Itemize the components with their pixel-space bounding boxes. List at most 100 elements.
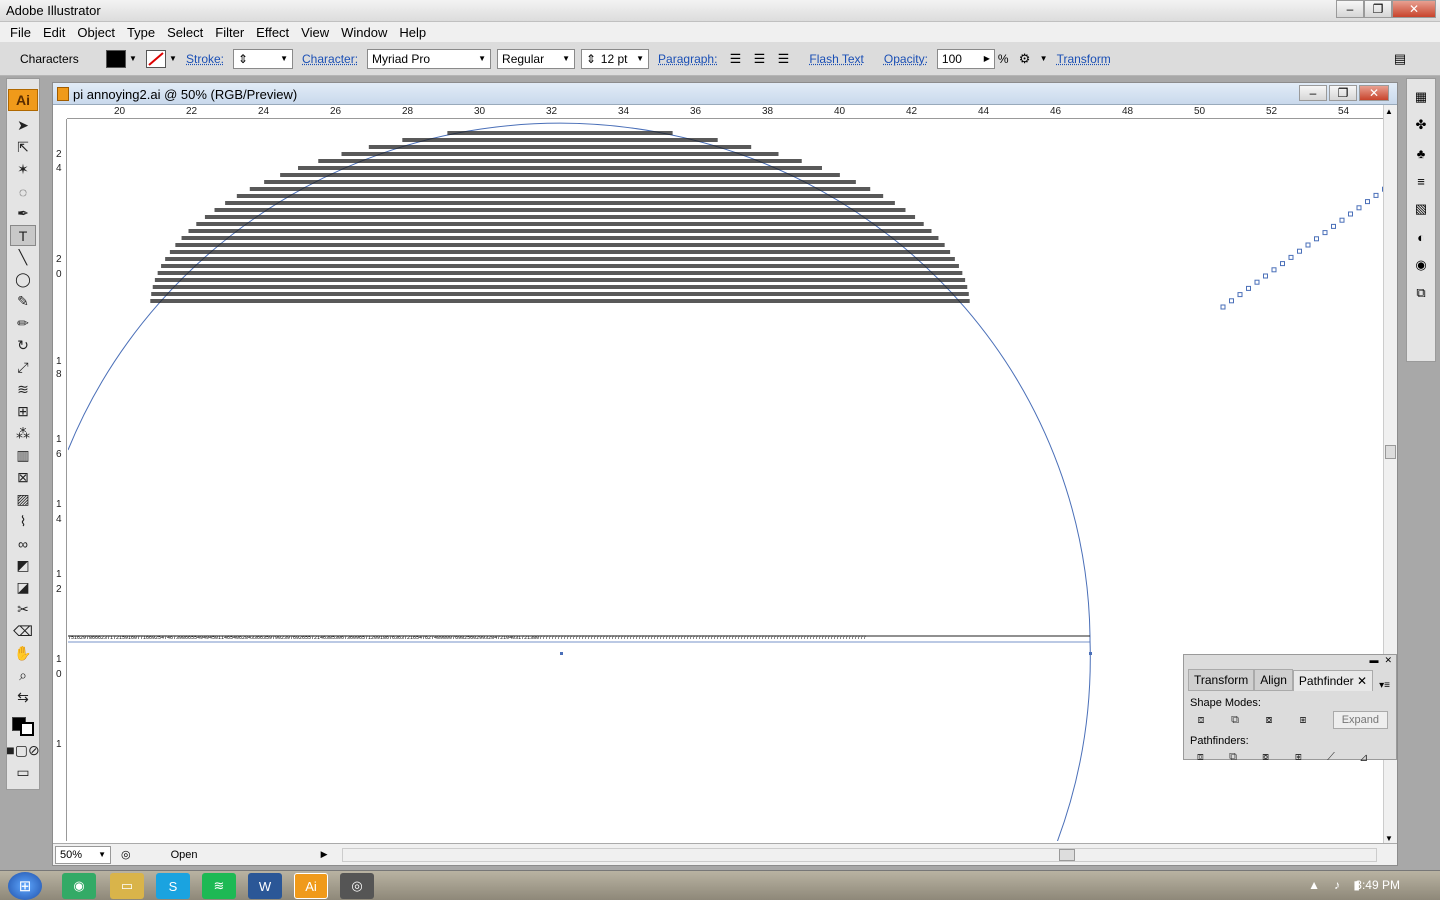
color-modes-icon[interactable]: ■▢⊘ <box>6 740 39 761</box>
chrome-taskbar-icon[interactable]: ◉ <box>62 873 96 899</box>
stroke-label[interactable]: Stroke: <box>186 52 224 66</box>
menu-window[interactable]: Window <box>335 25 393 40</box>
horizontal-scroll-thumb[interactable] <box>1058 848 1075 861</box>
doc-minimize-button[interactable]: – <box>1299 85 1327 101</box>
outline-icon[interactable]: ⟋ <box>1323 749 1340 765</box>
zoom-tool-icon[interactable]: ⌕ <box>10 665 36 686</box>
symbol-sprayer-icon[interactable]: ⁂ <box>10 423 36 444</box>
screen-mode-icon[interactable]: ▭ <box>10 762 36 783</box>
brushes-panel-icon[interactable]: ✤ <box>1410 115 1432 135</box>
tab-pathfinder[interactable]: Pathfinder ✕ <box>1292 670 1374 691</box>
symbols-panel-icon[interactable]: ♣ <box>1410 143 1432 163</box>
anchor-point[interactable] <box>1089 652 1092 655</box>
start-button[interactable]: ⊞ <box>8 872 42 900</box>
tab-close-icon[interactable]: ✕ <box>1357 674 1367 688</box>
font-size-field[interactable]: ⇕ 12 pt ▼ <box>581 48 650 69</box>
panel-collapse-icon[interactable]: ▬ <box>1369 655 1378 669</box>
exclude-icon[interactable]: ⧆ <box>1294 712 1312 728</box>
spotify-taskbar-icon[interactable]: ≋ <box>202 873 236 899</box>
direct-selection-tool-icon[interactable]: ⇱ <box>10 137 36 158</box>
trim-icon[interactable]: ⧉ <box>1225 749 1242 765</box>
menu-file[interactable]: File <box>4 25 37 40</box>
type-tool-icon[interactable]: T <box>10 225 36 246</box>
column-graph-icon[interactable]: ▥ <box>10 445 36 466</box>
appearance-panel-icon[interactable]: ◉ <box>1410 255 1432 275</box>
transform-link[interactable]: Transform <box>1057 52 1111 66</box>
merge-icon[interactable]: ⧇ <box>1257 749 1274 765</box>
scale-tool-icon[interactable]: ⤢ <box>10 357 36 378</box>
scroll-down-icon[interactable]: ▼ <box>1385 834 1393 843</box>
opacity-label[interactable]: Opacity: <box>884 52 928 66</box>
zoom-select[interactable]: 50% ▼ <box>55 845 111 864</box>
eraser-icon[interactable]: ⌫ <box>10 621 36 642</box>
anchor-point[interactable] <box>560 652 563 655</box>
paintbrush-icon[interactable]: ✎ <box>10 291 36 312</box>
warp-tool-icon[interactable]: ≋ <box>10 379 36 400</box>
blend-tool-icon[interactable]: ∞ <box>10 533 36 554</box>
minimize-button[interactable]: – <box>1336 0 1364 18</box>
eyedropper-icon[interactable]: ⌇ <box>10 511 36 532</box>
vertical-scroll-thumb[interactable] <box>1385 445 1396 459</box>
stroke-swatch[interactable] <box>146 49 166 68</box>
panel-close-icon[interactable]: ✕ <box>1384 655 1392 669</box>
horizontal-scrollbar[interactable] <box>341 847 1377 862</box>
stroke-dropdown-icon[interactable]: ▼ <box>168 49 178 69</box>
slice-tool-icon[interactable]: ✂ <box>10 599 36 620</box>
free-transform-icon[interactable]: ⊞ <box>10 401 36 422</box>
doc-close-button[interactable]: ✕ <box>1359 85 1389 101</box>
menu-type[interactable]: Type <box>121 25 161 40</box>
explorer-taskbar-icon[interactable]: ▭ <box>110 873 144 899</box>
recolor-icon[interactable]: ⚙ <box>1015 49 1035 69</box>
fill-stroke-indicator[interactable] <box>10 709 36 739</box>
restore-button[interactable]: ❐ <box>1364 0 1392 18</box>
menu-filter[interactable]: Filter <box>209 25 250 40</box>
gradient-panel-icon[interactable]: ▧ <box>1410 199 1432 219</box>
layers-panel-icon[interactable]: ⧉ <box>1410 283 1432 303</box>
fill-stroke-swap-icon[interactable]: ⇆ <box>10 687 36 708</box>
swatches-panel-icon[interactable]: ▦ <box>1410 87 1432 107</box>
hand-tool-icon[interactable]: ✋ <box>10 643 36 664</box>
panel-options-icon[interactable]: ▾≡ <box>1379 680 1390 691</box>
app-taskbar-icon[interactable]: ◎ <box>340 873 374 899</box>
menu-object[interactable]: Object <box>71 25 121 40</box>
divide-icon[interactable]: ⧈ <box>1192 749 1209 765</box>
tray-arrow-icon[interactable]: ▲ <box>1308 878 1320 892</box>
close-button[interactable]: ✕ <box>1392 0 1436 18</box>
fill-swatch[interactable] <box>106 49 126 68</box>
status-nav-icon[interactable]: ◎ <box>121 848 131 861</box>
rotate-tool-icon[interactable]: ↻ <box>10 335 36 356</box>
magic-wand-icon[interactable]: ✶ <box>10 159 36 180</box>
tab-transform[interactable]: Transform <box>1188 669 1255 691</box>
character-label[interactable]: Character: <box>302 52 358 66</box>
panel-menu-icon[interactable]: ▤ <box>1390 49 1410 69</box>
word-taskbar-icon[interactable]: W <box>248 873 282 899</box>
lasso-icon[interactable]: ◌ <box>10 181 36 202</box>
status-menu-arrow-icon[interactable]: ▶ <box>321 849 328 860</box>
menu-select[interactable]: Select <box>161 25 209 40</box>
align-left-icon[interactable]: ☰ <box>725 49 745 69</box>
live-paint-selection-icon[interactable]: ◪ <box>10 577 36 598</box>
gradient-tool-icon[interactable]: ▨ <box>10 489 36 510</box>
paragraph-label[interactable]: Paragraph: <box>658 52 717 66</box>
recolor-dropdown-icon[interactable]: ▼ <box>1039 49 1049 69</box>
scroll-up-icon[interactable]: ▲ <box>1385 107 1393 116</box>
font-family-select[interactable]: Myriad Pro ▼ <box>367 48 492 69</box>
flash-text-link[interactable]: Flash Text <box>809 52 863 66</box>
menu-effect[interactable]: Effect <box>250 25 295 40</box>
expand-button[interactable]: Expand <box>1332 711 1388 729</box>
selection-tool-icon[interactable]: ➤ <box>10 115 36 136</box>
crop-icon[interactable]: ⧆ <box>1290 749 1307 765</box>
stroke-weight-field[interactable]: ⇕ ▼ <box>233 48 294 69</box>
stroke-panel-icon[interactable]: ≡ <box>1410 171 1432 191</box>
live-paint-icon[interactable]: ◩ <box>10 555 36 576</box>
ellipse-tool-icon[interactable]: ◯ <box>10 269 36 290</box>
unite-icon[interactable]: ⧈ <box>1192 712 1210 728</box>
skype-taskbar-icon[interactable]: S <box>156 873 190 899</box>
volume-icon[interactable]: ♪ <box>1334 878 1340 892</box>
font-style-select[interactable]: Regular ▼ <box>497 48 576 69</box>
line-tool-icon[interactable]: ╲ <box>10 247 36 268</box>
minus-front-icon[interactable]: ⧉ <box>1226 712 1244 728</box>
align-center-icon[interactable]: ☰ <box>749 49 769 69</box>
illustrator-taskbar-icon[interactable]: Ai <box>294 873 328 899</box>
pen-tool-icon[interactable]: ✒ <box>10 203 36 224</box>
